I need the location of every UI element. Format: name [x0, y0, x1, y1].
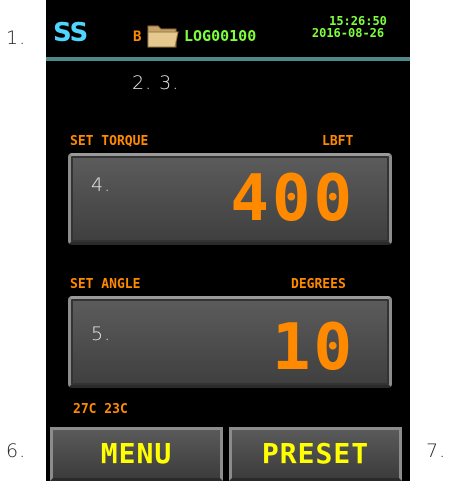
header-divider [46, 57, 410, 61]
angle-value: 10 [271, 311, 355, 385]
angle-value-box[interactable]: 5. 10 [68, 296, 392, 388]
angle-unit: DEGREES [291, 277, 346, 292]
menu-button[interactable]: MENU [50, 427, 223, 481]
clock-date: 2016-08-26 [311, 26, 385, 40]
callout-6: 6. [6, 440, 27, 462]
status-bar: SS B LOG00100 15:26:50 2016-08-26 [46, 0, 410, 61]
log-file-name[interactable]: LOG00100 [184, 27, 256, 45]
torque-unit: LBFT [322, 134, 354, 149]
angle-label: SET ANGLE [70, 277, 141, 292]
callout-4: 4. [91, 174, 112, 196]
preset-button[interactable]: PRESET [229, 427, 402, 481]
clock: 15:26:50 2016-08-26 [288, 15, 408, 39]
callout-2-3: 2. 3. [132, 72, 180, 94]
drive-letter: B [133, 29, 142, 45]
callout-1: 1. [6, 27, 27, 49]
torque-value: 400 [230, 162, 355, 236]
temperature-readout: 27C 23C [73, 402, 128, 417]
folder-icon[interactable] [146, 20, 180, 50]
torque-label: SET TORQUE [70, 134, 149, 149]
torque-value-box[interactable]: 4. 400 [68, 153, 392, 245]
ss-logo: SS [53, 18, 88, 48]
callout-5: 5. [91, 323, 112, 345]
device-screen: SS B LOG00100 15:26:50 2016-08-26 2. 3. … [46, 0, 410, 481]
callout-7: 7. [426, 440, 447, 462]
